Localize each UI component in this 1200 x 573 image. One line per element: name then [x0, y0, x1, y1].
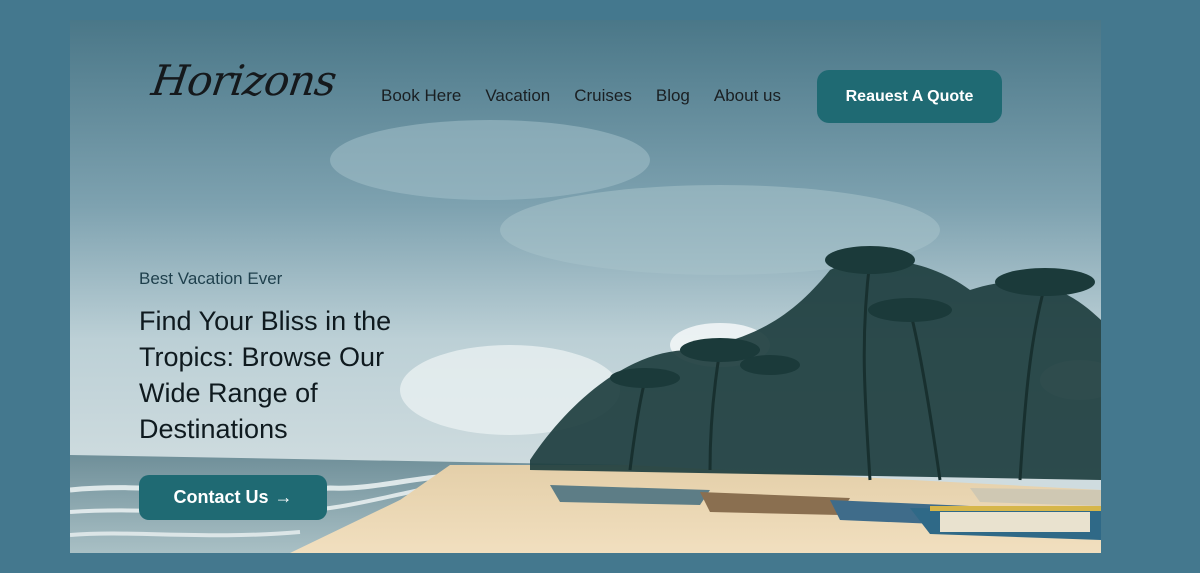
hero-headline: Find Your Bliss in the Tropics: Browse O…	[139, 306, 392, 444]
nav-item-cruises[interactable]: Cruises	[574, 86, 632, 106]
brand-logo[interactable]: Horizons	[149, 56, 339, 105]
hero-eyebrow: Best Vacation Ever	[139, 269, 283, 288]
request-quote-button[interactable]: Reauest A Quote	[817, 70, 1002, 123]
nav-item-vacation[interactable]: Vacation	[485, 86, 550, 106]
contact-us-label: Contact Us	[173, 487, 269, 507]
nav-item-about-us[interactable]: About us	[714, 86, 781, 106]
nav-item-blog[interactable]: Blog	[656, 86, 690, 106]
main-navigation: Book Here Vacation Cruises Blog About us	[381, 86, 805, 106]
contact-us-button[interactable]: Contact Us →	[139, 475, 327, 520]
hero-banner: Horizons Book Here Vacation Cruises Blog…	[70, 20, 1101, 553]
arrow-right-icon: →	[274, 487, 293, 507]
nav-item-book-here[interactable]: Book Here	[381, 86, 461, 106]
